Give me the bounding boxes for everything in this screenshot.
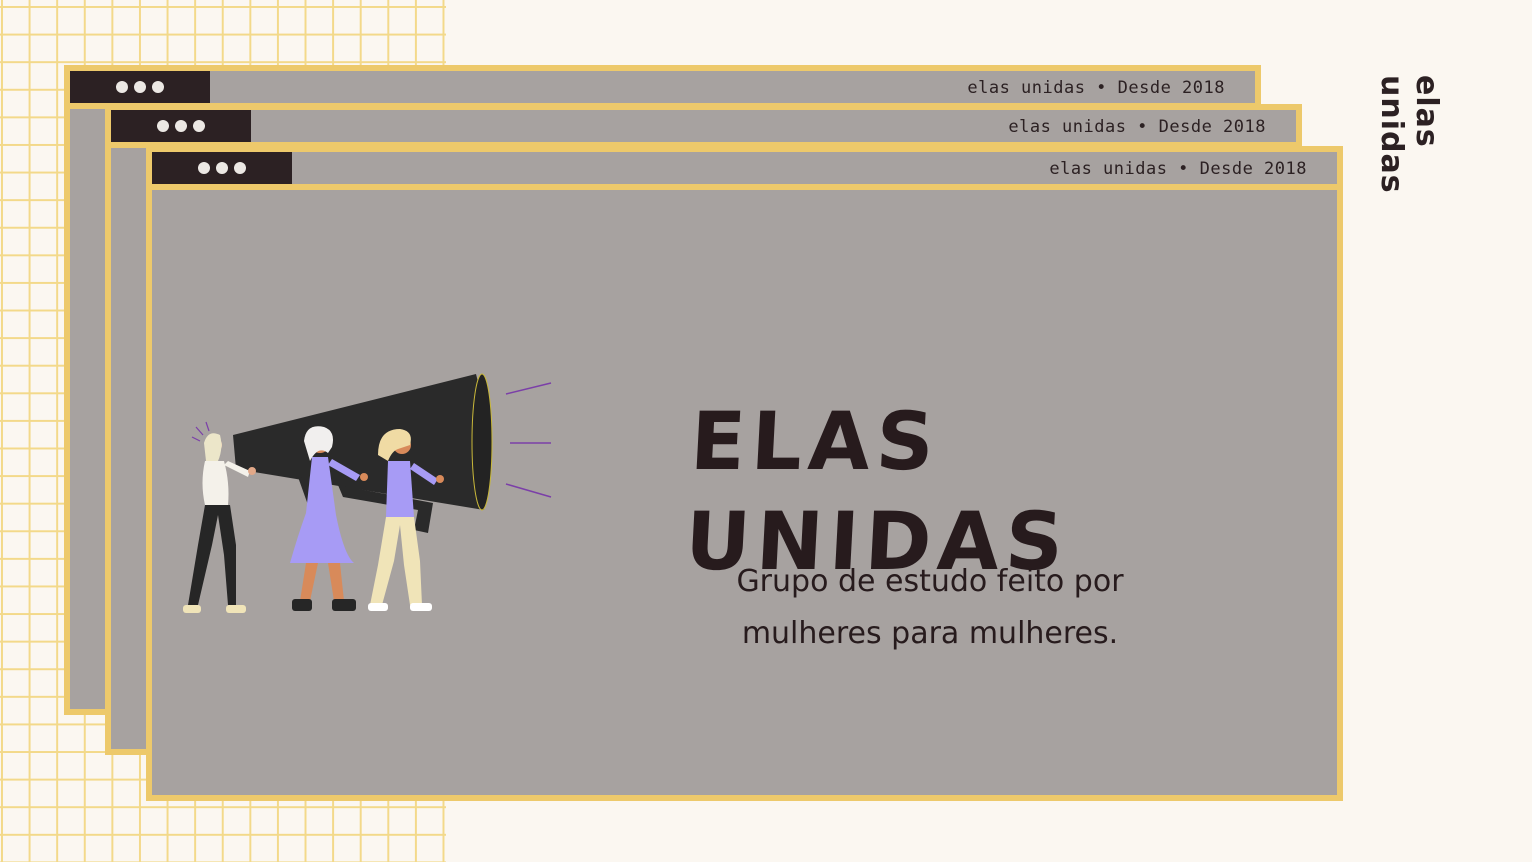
window-titlebar: elas unidas • Desde 2018 bbox=[111, 110, 1296, 148]
dot-icon bbox=[152, 81, 164, 93]
window-brand-text: elas unidas • Desde 2018 bbox=[1008, 117, 1266, 137]
window-dots-icon[interactable] bbox=[111, 110, 251, 142]
dot-icon bbox=[216, 162, 228, 174]
hero-subtitle-line-1: Grupo de estudo feito por bbox=[736, 564, 1124, 599]
hero-subtitle-line-2: mulheres para mulheres. bbox=[741, 616, 1119, 651]
side-brand-label: elas unidas bbox=[1374, 75, 1444, 194]
megaphone-illustration bbox=[183, 373, 552, 613]
hero-subtitle: Grupo de estudo feito por mulheres para … bbox=[700, 556, 1160, 660]
dot-icon bbox=[234, 162, 246, 174]
window-brand-text: elas unidas • Desde 2018 bbox=[967, 78, 1225, 98]
dot-icon bbox=[116, 81, 128, 93]
dot-icon bbox=[175, 120, 187, 132]
window-brand-text: elas unidas • Desde 2018 bbox=[1049, 159, 1307, 179]
dot-icon bbox=[134, 81, 146, 93]
window-titlebar: elas unidas • Desde 2018 bbox=[152, 152, 1337, 190]
window-dots-icon[interactable] bbox=[70, 71, 210, 103]
dot-icon bbox=[193, 120, 205, 132]
dot-icon bbox=[198, 162, 210, 174]
window-dots-icon[interactable] bbox=[152, 152, 292, 184]
dot-icon bbox=[157, 120, 169, 132]
